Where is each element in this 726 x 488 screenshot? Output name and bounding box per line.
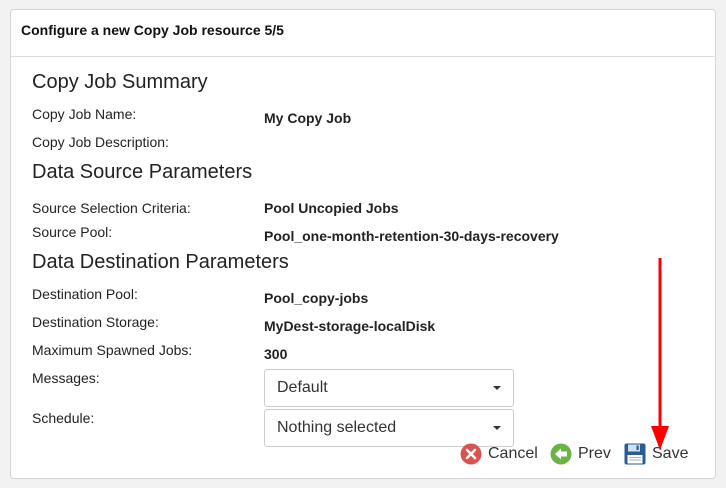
chevron-down-icon — [493, 386, 501, 390]
section-title-summary: Copy Job Summary — [32, 71, 208, 93]
destination-storage-label: Destination Storage: — [32, 314, 159, 330]
dialog-title: Configure a new Copy Job resource 5/5 — [21, 22, 284, 38]
schedule-select-value: Nothing selected — [277, 419, 397, 436]
prev-icon — [550, 443, 572, 465]
messages-select[interactable]: Default — [264, 369, 514, 407]
source-pool-label: Source Pool: — [32, 224, 113, 240]
schedule-label: Schedule: — [32, 410, 95, 426]
max-spawned-jobs-value: 300 — [264, 346, 288, 362]
save-icon — [624, 443, 646, 465]
copy-job-name-label: Copy Job Name: — [32, 106, 137, 122]
prev-label: Prev — [578, 445, 611, 462]
destination-pool-label: Destination Pool: — [32, 286, 138, 302]
copy-job-name-value: My Copy Job — [264, 110, 352, 126]
messages-select-value: Default — [277, 379, 328, 396]
cancel-label: Cancel — [488, 445, 538, 462]
source-pool-value: Pool_one-month-retention-30-days-recover… — [264, 228, 559, 244]
destination-pool-value: Pool_copy-jobs — [264, 290, 369, 306]
max-spawned-jobs-label: Maximum Spawned Jobs: — [32, 342, 193, 358]
source-criteria-label: Source Selection Criteria: — [32, 200, 191, 216]
destination-storage-value: MyDest-storage-localDisk — [264, 318, 436, 334]
chevron-down-icon — [493, 426, 501, 430]
messages-label: Messages: — [32, 370, 100, 386]
dialog-header: Configure a new Copy Job resource 5/5 — [11, 10, 715, 57]
source-criteria-value: Pool Uncopied Jobs — [264, 200, 399, 216]
cancel-icon — [460, 443, 482, 465]
cancel-button[interactable]: Cancel — [460, 441, 538, 467]
section-title-destination: Data Destination Parameters — [32, 251, 289, 273]
copy-job-description-label: Copy Job Description: — [32, 134, 169, 150]
red-down-arrow-annotation — [651, 258, 669, 450]
prev-button[interactable]: Prev — [550, 441, 611, 467]
section-title-source: Data Source Parameters — [32, 161, 253, 183]
copy-job-wizard-dialog: Configure a new Copy Job resource 5/5 Co… — [10, 9, 716, 479]
